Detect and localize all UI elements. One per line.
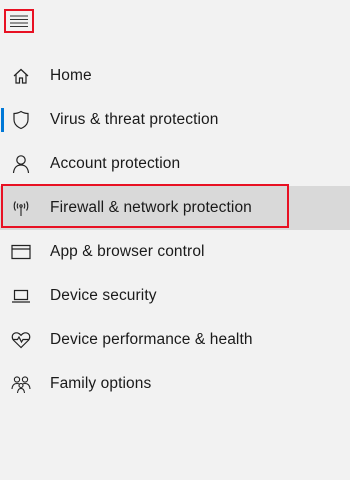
sidebar-item-device-security[interactable]: Device security <box>0 274 350 318</box>
sidebar-item-label: Device security <box>50 287 157 304</box>
family-icon <box>11 374 31 394</box>
laptop-icon <box>11 286 31 306</box>
antenna-icon <box>11 198 31 218</box>
hamburger-menu-icon <box>10 15 28 27</box>
sidebar-item-label: Virus & threat protection <box>50 111 219 128</box>
sidebar-item-virus-threat-protection[interactable]: Virus & threat protection <box>0 98 350 142</box>
sidebar-nav: Home Virus & threat protection Account p… <box>0 54 350 406</box>
sidebar-item-app-browser-control[interactable]: App & browser control <box>0 230 350 274</box>
sidebar-item-label: Home <box>50 67 92 84</box>
home-icon <box>11 66 31 86</box>
sidebar-item-family-options[interactable]: Family options <box>0 362 350 406</box>
sidebar-item-label: Account protection <box>50 155 181 172</box>
sidebar-item-label: Family options <box>50 375 152 392</box>
person-icon <box>11 154 31 174</box>
app-window-icon <box>11 242 31 262</box>
sidebar-item-label: App & browser control <box>50 243 205 260</box>
sidebar-item-home[interactable]: Home <box>0 54 350 98</box>
heart-pulse-icon <box>11 330 31 350</box>
hamburger-menu-button[interactable] <box>4 9 34 33</box>
sidebar-item-label: Firewall & network protection <box>50 199 252 216</box>
sidebar-item-device-performance-health[interactable]: Device performance & health <box>0 318 350 362</box>
shield-icon <box>11 110 31 130</box>
sidebar-item-firewall-network-protection[interactable]: Firewall & network protection <box>0 184 350 230</box>
sidebar-item-account-protection[interactable]: Account protection <box>0 142 350 186</box>
sidebar-item-label: Device performance & health <box>50 331 253 348</box>
